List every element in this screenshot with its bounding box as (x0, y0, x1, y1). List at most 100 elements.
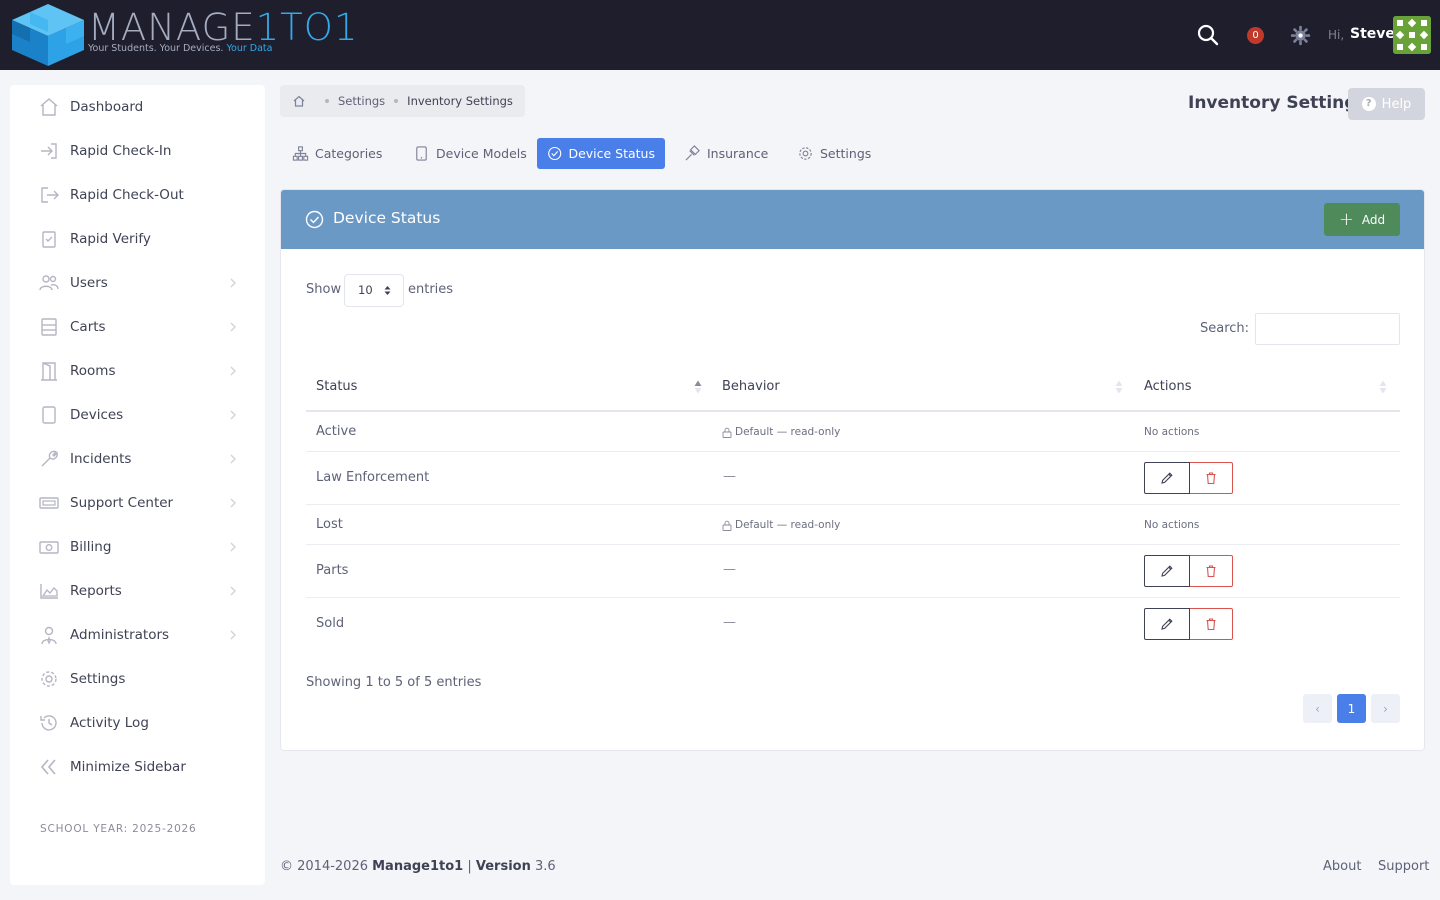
delete-button[interactable] (1190, 608, 1233, 640)
home-icon[interactable] (292, 94, 306, 108)
page-size-select[interactable]: 10 (344, 274, 404, 307)
pencil-icon (1161, 618, 1173, 630)
breadcrumb-separator (394, 99, 399, 103)
sidebar-item-activity-log[interactable]: Activity Log (10, 701, 265, 745)
history-icon (40, 715, 57, 731)
sidebar-item-dashboard[interactable]: Dashboard (10, 85, 265, 129)
sign-in-icon (41, 143, 57, 159)
help-button[interactable]: ? Help (1348, 88, 1425, 120)
actions-cell: No actions (1144, 519, 1200, 531)
sidebar-item-billing[interactable]: Billing (10, 525, 265, 569)
column-header-status[interactable]: Status (316, 379, 357, 394)
behavior-cell: Default — read-only (722, 426, 840, 438)
sidebar-item-rapid-check-out[interactable]: Rapid Check-Out (10, 173, 265, 217)
edit-button[interactable] (1144, 555, 1190, 587)
footer-about-link[interactable]: About (1323, 859, 1361, 874)
notification-badge[interactable]: 0 (1247, 27, 1264, 44)
pagination-next[interactable]: › (1371, 694, 1400, 723)
chevron-right-icon (230, 542, 236, 552)
delete-button[interactable] (1190, 462, 1233, 494)
sidebar-item-carts[interactable]: Carts (10, 305, 265, 349)
status-cell: Law Enforcement (316, 470, 430, 485)
table-row: Sold — (306, 598, 1400, 651)
delete-button[interactable] (1190, 555, 1233, 587)
chevron-right-icon (230, 322, 236, 332)
tab-categories[interactable]: Categories (282, 138, 392, 169)
table-row: Law Enforcement — (306, 452, 1400, 505)
chevron-right-icon (230, 454, 236, 464)
sort-asc-icon[interactable] (694, 379, 702, 395)
door-icon (41, 362, 57, 381)
sitemap-icon (292, 146, 309, 161)
pagination-prev[interactable]: ‹ (1303, 694, 1332, 723)
cube-logo-icon (12, 4, 84, 66)
card-title: Device Status (333, 209, 441, 227)
breadcrumb-separator (325, 99, 329, 103)
chevron-right-icon (230, 278, 236, 288)
sort-both-icon[interactable] (1115, 379, 1123, 395)
sidebar-item-minimize-sidebar[interactable]: Minimize Sidebar (10, 745, 265, 789)
sidebar-item-support-center[interactable]: Support Center (10, 481, 265, 525)
chevron-right-icon (230, 630, 236, 640)
tab-device-status[interactable]: Device Status (537, 138, 665, 169)
column-header-behavior[interactable]: Behavior (722, 379, 780, 394)
tab-insurance[interactable]: Insurance (674, 138, 778, 169)
settings-gear-icon[interactable] (1290, 25, 1311, 46)
breadcrumb-settings[interactable]: Settings (338, 94, 385, 108)
device-status-card: Device Status + Add Show 10 entries Sear… (280, 189, 1425, 751)
status-cell: Parts (316, 563, 349, 578)
edit-button[interactable] (1144, 462, 1190, 494)
sidebar-item-rapid-check-in[interactable]: Rapid Check-In (10, 129, 265, 173)
sidebar-item-rooms[interactable]: Rooms (10, 349, 265, 393)
ticket-icon (39, 497, 59, 509)
sort-select-icon (384, 286, 391, 295)
sidebar-item-settings[interactable]: Settings (10, 657, 265, 701)
trash-icon (1206, 618, 1216, 631)
search-input[interactable] (1255, 313, 1400, 345)
table-row: Parts — (306, 545, 1400, 598)
lock-icon (722, 427, 732, 438)
sidebar-item-incidents[interactable]: Incidents (10, 437, 265, 481)
school-year-label: SCHOOL YEAR: 2025-2026 (40, 823, 197, 835)
home-icon (40, 98, 58, 116)
entries-label: entries (408, 282, 454, 297)
table-row: Lost Default — read-only No actions (306, 505, 1400, 545)
column-header-actions[interactable]: Actions (1144, 379, 1192, 394)
logo-tagline: Your Students. Your Devices. Your Data (88, 43, 273, 54)
chevron-right-icon (230, 498, 236, 508)
behavior-cell: — (723, 469, 736, 484)
row-actions (1144, 608, 1233, 640)
search-label: Search: (1200, 321, 1250, 336)
sort-both-icon[interactable] (1379, 379, 1387, 395)
actions-cell: No actions (1144, 426, 1200, 438)
add-button[interactable]: + Add (1324, 203, 1400, 236)
user-name[interactable]: Steve (1350, 26, 1395, 42)
edit-button[interactable] (1144, 608, 1190, 640)
status-cell: Lost (316, 517, 343, 532)
tablet-icon (416, 146, 427, 161)
sidebar-item-reports[interactable]: Reports (10, 569, 265, 613)
pagination-page-1[interactable]: 1 (1337, 694, 1366, 723)
double-chevron-left-icon (40, 759, 56, 775)
sign-out-icon (41, 187, 59, 203)
chevron-right-icon (230, 366, 236, 376)
users-icon (39, 275, 59, 291)
pencil-icon (1161, 472, 1173, 484)
avatar[interactable] (1393, 16, 1431, 54)
gavel-icon (685, 145, 700, 161)
sidebar-item-rapid-verify[interactable]: Rapid Verify (10, 217, 265, 261)
plus-icon: + (1338, 208, 1354, 230)
footer-support-link[interactable]: Support (1378, 859, 1429, 874)
tab-device-models[interactable]: Device Models (403, 138, 537, 169)
sidebar-item-administrators[interactable]: Administrators (10, 613, 265, 657)
sidebar-item-devices[interactable]: Devices (10, 393, 265, 437)
sidebar-item-users[interactable]: Users (10, 261, 265, 305)
app-logo[interactable]: MANAGE1TO1 Your Students. Your Devices. … (10, 2, 357, 68)
user-tie-icon (41, 626, 57, 645)
tab-settings[interactable]: Settings (787, 138, 881, 169)
search-icon[interactable] (1197, 24, 1219, 46)
money-icon (39, 541, 59, 554)
chevron-right-icon (230, 586, 236, 596)
greeting-text: Hi, (1328, 28, 1345, 42)
row-actions (1144, 555, 1233, 587)
